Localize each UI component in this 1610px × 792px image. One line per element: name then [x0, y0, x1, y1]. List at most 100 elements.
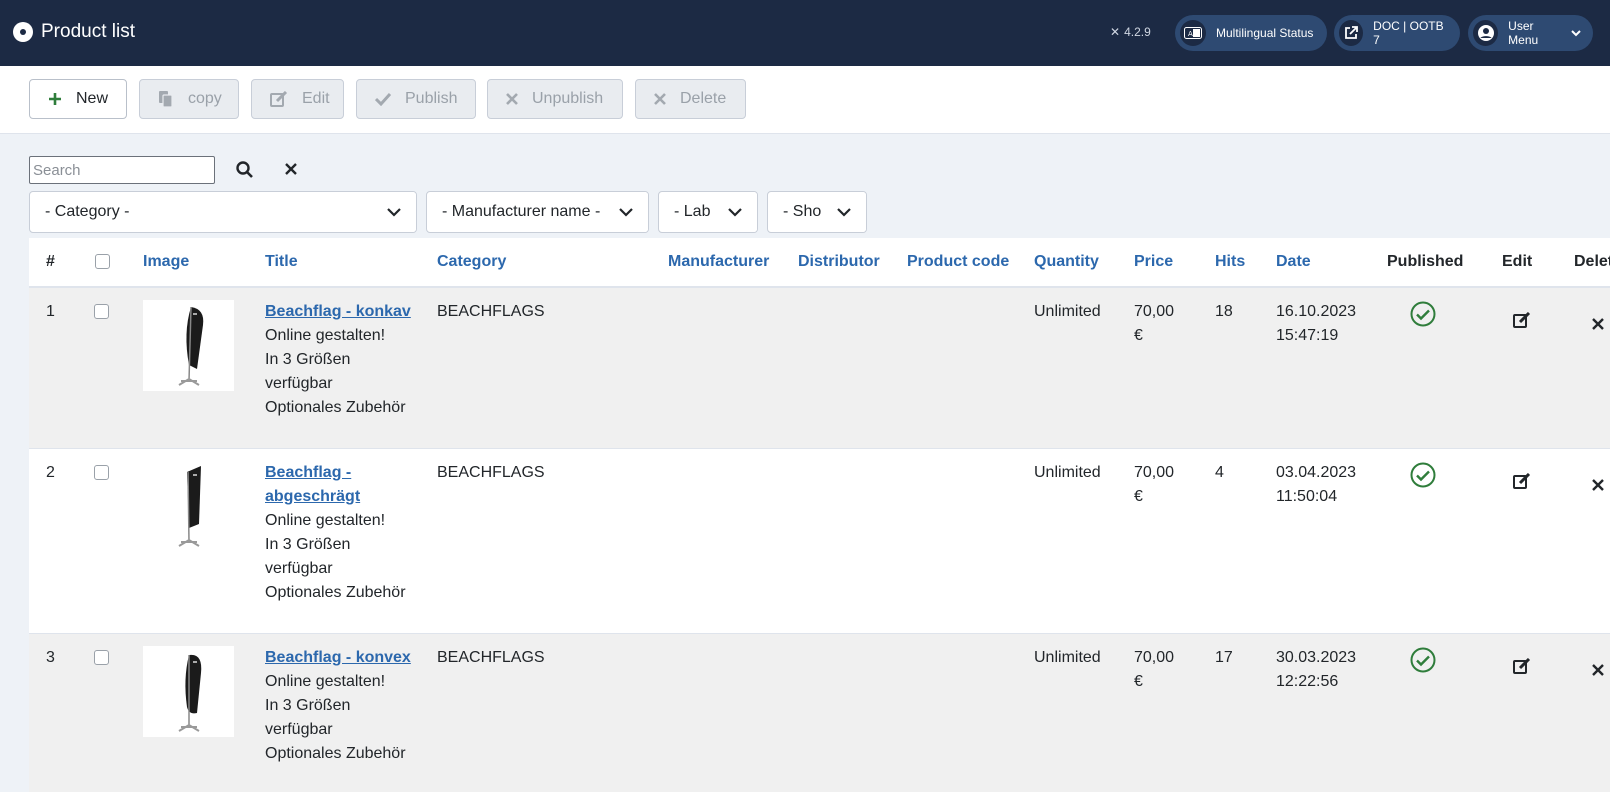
multilingual-label: Multilingual Status: [1216, 26, 1314, 40]
header-distributor[interactable]: Distributor: [798, 253, 880, 271]
header-product-code[interactable]: Product code: [907, 253, 1009, 271]
category-cell: BEACHFLAGS: [437, 464, 545, 481]
publish-button[interactable]: Publish: [356, 79, 476, 119]
publish-button-label: Publish: [405, 90, 458, 107]
check-icon: [375, 92, 391, 106]
product-desc-line: In 3 Größen verfügbar: [265, 697, 351, 738]
search-icon[interactable]: [235, 159, 253, 179]
product-desc-line: Online gestalten!: [265, 512, 386, 529]
show-filter-value: - Sho: [783, 203, 822, 220]
edit-button-label: Edit: [302, 90, 330, 107]
times-icon: [654, 93, 666, 105]
table-row: 1 Beachflag - konkav Online gestalten! I…: [29, 288, 1610, 449]
header-quantity[interactable]: Quantity: [1034, 253, 1099, 271]
new-button[interactable]: New: [29, 79, 127, 119]
label-filter-value: - Lab: [674, 203, 711, 220]
multilingual-status-button[interactable]: A Multilingual Status: [1175, 15, 1327, 51]
quantity-cell: Unlimited: [1034, 464, 1101, 481]
delete-row-icon[interactable]: [1592, 314, 1604, 338]
published-check-icon[interactable]: [1410, 647, 1436, 681]
show-filter-select[interactable]: - Sho: [767, 191, 867, 233]
header: Product list ✕ 4.2.9 A Multilingual Stat…: [0, 0, 1610, 66]
plus-icon: [48, 92, 62, 106]
published-check-icon[interactable]: [1410, 301, 1436, 335]
category-filter-value: - Category -: [45, 203, 130, 220]
chevron-down-icon: [604, 192, 648, 232]
header-price[interactable]: Price: [1134, 253, 1173, 271]
search-input[interactable]: [29, 156, 215, 184]
joomla-logo-icon[interactable]: [13, 22, 33, 42]
chevron-down-icon: [1571, 29, 1581, 37]
hits-cell: 4: [1215, 464, 1224, 481]
delete-row-icon[interactable]: [1592, 660, 1604, 684]
category-filter-select[interactable]: - Category -: [29, 191, 417, 233]
row-checkbox[interactable]: [94, 304, 109, 319]
product-thumbnail[interactable]: [143, 461, 234, 552]
published-check-icon[interactable]: [1410, 462, 1436, 496]
row-number: 1: [46, 303, 55, 320]
header-date[interactable]: Date: [1276, 253, 1311, 271]
external-link-icon: [1339, 20, 1364, 46]
product-table: # Image Title Category Manufacturer Dist…: [29, 238, 1610, 792]
user-menu-button[interactable]: User Menu: [1468, 15, 1593, 51]
product-title-link[interactable]: Beachflag - konkav: [265, 300, 425, 324]
times-icon: [506, 93, 518, 105]
delete-button-label: Delete: [680, 90, 727, 107]
copy-button[interactable]: copy: [139, 79, 239, 119]
language-icon: A: [1180, 20, 1206, 46]
unpublish-button[interactable]: Unpublish: [487, 79, 623, 119]
copy-button-label: copy: [188, 90, 222, 107]
table-header: # Image Title Category Manufacturer Dist…: [29, 238, 1610, 288]
product-title-link[interactable]: Beachflag - konvex: [265, 646, 425, 670]
header-published: Published: [1387, 253, 1464, 270]
user-menu-label: User Menu: [1508, 19, 1539, 47]
header-category[interactable]: Category: [437, 253, 506, 271]
doc-link-button[interactable]: DOC | OOTB 7: [1334, 15, 1460, 51]
copy-icon: [158, 90, 174, 108]
edit-row-icon[interactable]: [1513, 657, 1531, 682]
version-text: 4.2.9: [1124, 25, 1151, 39]
edit-row-icon[interactable]: [1513, 472, 1531, 497]
product-desc-line: Online gestalten!: [265, 327, 386, 344]
product-thumbnail[interactable]: [143, 646, 234, 737]
label-filter-select[interactable]: - Lab: [658, 191, 758, 233]
edit-icon: [270, 91, 288, 107]
product-title-link[interactable]: Beachflag - abgeschrägt: [265, 461, 375, 509]
manufacturer-filter-select[interactable]: - Manufacturer name -: [426, 191, 649, 233]
row-checkbox[interactable]: [94, 650, 109, 665]
chevron-down-icon: [822, 192, 866, 232]
product-title-cell: Beachflag - abgeschrägt Online gestalten…: [265, 461, 425, 605]
edit-button[interactable]: Edit: [251, 79, 344, 119]
header-hits[interactable]: Hits: [1215, 253, 1245, 271]
price-cell: 70,00 €: [1134, 464, 1175, 505]
product-thumbnail[interactable]: [143, 300, 234, 391]
chevron-down-icon: [372, 192, 416, 232]
table-row: 3 Beachflag - konvex Online gestalten! I…: [29, 634, 1610, 792]
delete-row-icon[interactable]: [1592, 475, 1604, 499]
user-icon: [1473, 20, 1499, 46]
product-desc-line: Optionales Zubehör: [265, 745, 406, 762]
price-cell: 70,00 €: [1134, 303, 1175, 344]
row-checkbox[interactable]: [94, 465, 109, 480]
header-delete: Delet: [1574, 253, 1610, 270]
header-manufacturer[interactable]: Manufacturer: [668, 253, 769, 271]
row-number: 3: [46, 649, 55, 666]
date-cell: 30.03.2023 12:22:56: [1276, 649, 1357, 690]
product-title-cell: Beachflag - konvex Online gestalten! In …: [265, 646, 425, 766]
header-title[interactable]: Title: [265, 253, 298, 271]
clear-search-icon[interactable]: [282, 159, 300, 179]
select-all-checkbox[interactable]: [95, 254, 110, 269]
doc-label: DOC | OOTB 7: [1373, 19, 1444, 47]
edit-row-icon[interactable]: [1513, 311, 1531, 336]
table-row: 2 Beachflag - abgeschrägt Online gestalt…: [29, 449, 1610, 634]
quantity-cell: Unlimited: [1034, 303, 1101, 320]
new-button-label: New: [76, 90, 109, 107]
joomla-icon: ✕: [1110, 25, 1121, 39]
product-desc-line: In 3 Größen verfügbar: [265, 351, 351, 392]
header-image[interactable]: Image: [143, 253, 189, 271]
chevron-down-icon: [713, 192, 757, 232]
hits-cell: 18: [1215, 303, 1233, 320]
product-desc-line: Optionales Zubehör: [265, 584, 406, 601]
delete-button[interactable]: Delete: [635, 79, 746, 119]
version-badge: ✕ 4.2.9: [1110, 25, 1151, 39]
